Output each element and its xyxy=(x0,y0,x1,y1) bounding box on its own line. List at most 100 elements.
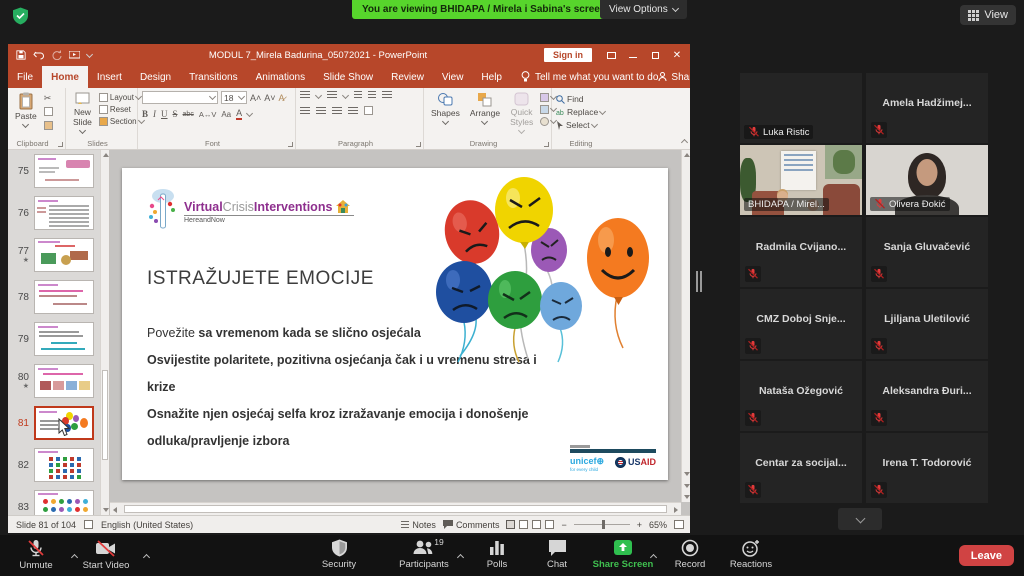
participant-tile[interactable]: Olivera Đokić xyxy=(866,145,988,215)
ribbon-tab-review[interactable]: Review xyxy=(382,66,433,88)
underline-icon[interactable]: U xyxy=(161,109,168,119)
participants-button[interactable]: 19 Participants xyxy=(382,539,466,570)
current-slide[interactable]: VirtualCrisisInterventions HereandNow IS… xyxy=(122,168,668,480)
font-dialog-launcher[interactable] xyxy=(288,142,293,147)
decrease-indent-icon[interactable] xyxy=(354,91,362,101)
participant-tile[interactable]: Luka Ristic xyxy=(740,73,862,143)
ribbon-tab-home[interactable]: Home xyxy=(42,66,88,88)
align-right-icon[interactable] xyxy=(332,107,342,117)
slide-thumbnail-81[interactable] xyxy=(34,406,94,440)
ribbon-display-options-button[interactable] xyxy=(600,44,622,66)
arrange-button[interactable]: Arrange xyxy=(467,91,503,137)
align-left-icon[interactable] xyxy=(300,107,310,117)
participant-tile[interactable]: Amela Hadžimej... xyxy=(866,73,988,143)
zoom-in-button[interactable]: + xyxy=(637,520,642,530)
font-size-combo[interactable]: 18 xyxy=(221,91,247,104)
drawing-dialog-launcher[interactable] xyxy=(544,142,549,147)
slideshow-view-button[interactable] xyxy=(545,520,554,529)
undo-icon[interactable] xyxy=(33,50,45,60)
format-painter-icon[interactable] xyxy=(44,121,53,132)
view-options-button[interactable]: View Options xyxy=(600,0,687,19)
save-icon[interactable] xyxy=(16,50,26,60)
cut-icon[interactable]: ✂ xyxy=(44,93,53,104)
previous-slide-button[interactable] xyxy=(684,472,690,476)
participant-tile[interactable]: Ljiljana Uletilović xyxy=(866,289,988,359)
font-name-combo[interactable] xyxy=(142,91,218,104)
clear-formatting-icon[interactable]: A̷ xyxy=(279,93,285,103)
replace-button[interactable]: ab Replace xyxy=(556,107,605,117)
increase-indent-icon[interactable] xyxy=(368,91,376,101)
ribbon-tab-transitions[interactable]: Transitions xyxy=(180,66,247,88)
sign-in-button[interactable]: Sign in xyxy=(544,48,592,62)
slide-thumbnail-83[interactable] xyxy=(34,490,94,515)
slide-thumbnail-78[interactable] xyxy=(34,280,94,314)
more-participants-button[interactable] xyxy=(838,508,882,530)
restore-button[interactable] xyxy=(644,44,666,66)
line-spacing-icon[interactable] xyxy=(382,91,392,101)
section-button[interactable]: Section xyxy=(99,117,144,126)
slide-thumbnail-76[interactable] xyxy=(34,196,94,230)
slide-title[interactable]: ISTRAŽUJETE EMOCIJE xyxy=(147,268,374,290)
start-from-beginning-icon[interactable] xyxy=(69,51,80,60)
slide-thumbnail-77[interactable] xyxy=(34,238,94,272)
reset-button[interactable]: Reset xyxy=(99,105,144,114)
scroll-left-arrow[interactable] xyxy=(113,507,117,513)
scroll-down-arrow[interactable] xyxy=(103,508,109,512)
bold-icon[interactable]: B xyxy=(142,109,148,119)
shrink-font-icon[interactable]: A˅ xyxy=(264,93,275,103)
reading-view-button[interactable] xyxy=(532,520,541,529)
zoom-slider[interactable] xyxy=(574,524,630,526)
participant-tile[interactable]: Aleksandra Đuri... xyxy=(866,361,988,431)
scrollbar-thumb[interactable] xyxy=(102,370,108,460)
scrollbar-thumb[interactable] xyxy=(124,505,667,513)
tell-me-box[interactable]: Tell me what you want to do xyxy=(521,66,658,88)
align-center-icon[interactable] xyxy=(316,107,326,117)
scroll-down-arrow[interactable] xyxy=(684,495,690,499)
zoom-percentage[interactable]: 65% xyxy=(649,520,667,530)
ribbon-tab-file[interactable]: File xyxy=(8,66,42,88)
select-button[interactable]: Select xyxy=(556,120,605,130)
justify-icon[interactable] xyxy=(348,107,358,117)
character-spacing-icon[interactable]: A↔V xyxy=(199,110,217,119)
close-button[interactable]: ✕ xyxy=(666,44,688,66)
fit-slide-to-window-button[interactable] xyxy=(674,520,684,529)
font-color-icon[interactable]: A xyxy=(236,108,242,120)
numbering-icon[interactable] xyxy=(327,91,337,101)
next-slide-button[interactable] xyxy=(684,484,690,488)
ribbon-tab-animations[interactable]: Animations xyxy=(247,66,314,88)
participant-tile[interactable]: Radmila Cvijano... xyxy=(740,217,862,287)
slide-thumbnail-82[interactable] xyxy=(34,448,94,482)
ribbon-tab-insert[interactable]: Insert xyxy=(88,66,131,88)
slide-vertical-scrollbar[interactable] xyxy=(681,150,690,502)
panel-resize-handle[interactable] xyxy=(696,271,702,292)
slide-thumbnail-79[interactable] xyxy=(34,322,94,356)
scroll-right-arrow[interactable] xyxy=(674,507,678,513)
ribbon-tab-design[interactable]: Design xyxy=(131,66,180,88)
slide-horizontal-scrollbar[interactable] xyxy=(110,502,681,515)
slide-number-indicator[interactable]: Slide 81 of 104 xyxy=(16,520,76,530)
view-button[interactable]: View xyxy=(960,5,1016,25)
ribbon-tab-view[interactable]: View xyxy=(433,66,473,88)
scroll-up-arrow[interactable] xyxy=(684,153,690,157)
participant-tile[interactable]: BHIDAPA / Mirel... xyxy=(740,145,862,215)
comments-button[interactable]: Comments xyxy=(443,520,500,530)
participant-tile[interactable]: Irena T. Todorović xyxy=(866,433,988,503)
start-video-button[interactable]: Start Video xyxy=(64,539,148,571)
collapse-ribbon-chevron[interactable] xyxy=(682,137,687,147)
thumbnail-scrollbar[interactable] xyxy=(100,150,109,515)
bullets-icon[interactable] xyxy=(300,91,310,101)
clipboard-dialog-launcher[interactable] xyxy=(58,142,63,147)
normal-view-button[interactable] xyxy=(506,520,515,529)
minimize-button[interactable] xyxy=(622,44,644,66)
copy-icon[interactable] xyxy=(44,107,53,118)
spellcheck-icon[interactable] xyxy=(84,520,93,529)
participant-tile[interactable]: Centar za socijal... xyxy=(740,433,862,503)
participant-tile[interactable]: Nataša Ožegović xyxy=(740,361,862,431)
notes-button[interactable]: Notes xyxy=(401,520,436,530)
slide-thumbnail-80[interactable] xyxy=(34,364,94,398)
zoom-out-button[interactable]: − xyxy=(561,520,566,530)
columns-icon[interactable] xyxy=(364,106,373,117)
strikethrough-icon[interactable]: S xyxy=(173,109,178,119)
change-case-icon[interactable]: Aa xyxy=(221,110,231,119)
italic-icon[interactable]: I xyxy=(153,109,156,119)
